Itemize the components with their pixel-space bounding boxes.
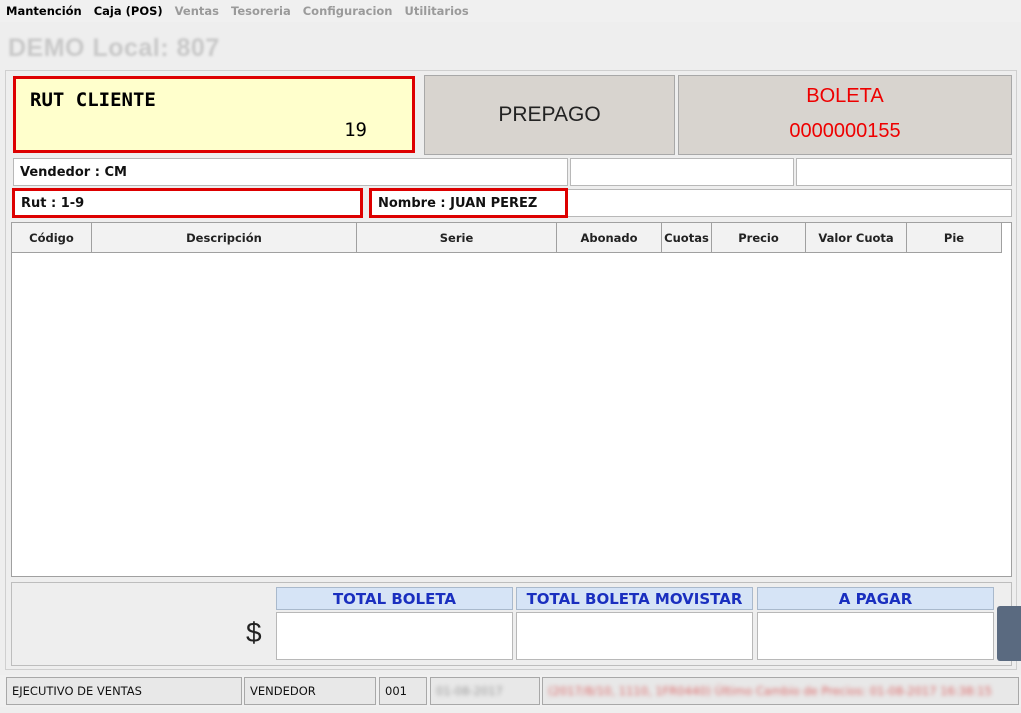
boleta-number: 0000000155 [789,120,901,142]
status-user: VENDEDOR [244,677,376,705]
total-boleta-header: TOTAL BOLETA [276,587,513,610]
col-codigo[interactable]: Código [12,223,92,253]
rut-cliente-box[interactable]: RUT CLIENTE 19 [13,76,415,153]
col-pie[interactable]: Pie [907,223,1002,253]
menu-tesoreria[interactable]: Tesoreria [231,4,291,18]
a-pagar-value [757,612,994,660]
total-boleta-movistar-header: TOTAL BOLETA MOVISTAR [516,587,753,610]
nombre-extension-field [565,189,1012,217]
menu-utilitarios[interactable]: Utilitarios [404,4,468,18]
menu-caja-pos[interactable]: Caja (POS) [94,4,163,18]
total-boleta-value [276,612,513,660]
info-field-2 [796,158,1012,186]
col-valor-cuota[interactable]: Valor Cuota [806,223,907,253]
col-serie[interactable]: Serie [357,223,557,253]
status-date-cell: 01-08-2017 [430,677,540,705]
currency-symbol: $ [246,617,262,648]
col-abonado[interactable]: Abonado [557,223,662,253]
rut-field: Rut : 1-9 [12,188,363,218]
vendedor-field: Vendedor : CM [13,158,568,186]
menu-mantencion[interactable]: Mantención [6,4,82,18]
rut-cliente-label: RUT CLIENTE [30,89,156,111]
menu-configuracion[interactable]: Configuracion [303,4,393,18]
status-date: 01-08-2017 [436,684,503,698]
nombre-field: Nombre : JUAN PEREZ [369,188,568,218]
info-field-1 [570,158,794,186]
rut-cliente-value: 19 [344,119,367,141]
col-descripcion[interactable]: Descripción [92,223,357,253]
boleta-panel: BOLETA 0000000155 [678,75,1012,155]
boleta-label: BOLETA [806,85,884,107]
total-boleta-movistar-value [516,612,753,660]
col-cuotas[interactable]: Cuotas [662,223,712,253]
status-code: 001 [379,677,427,705]
menu-bar: Mantención Caja (POS) Ventas Tesoreria C… [0,0,1021,22]
side-panel-tab[interactable] [997,606,1021,661]
status-role: EJECUTIVO DE VENTAS [6,677,242,705]
status-message: (2017/8/10, 1110, 1FR0440) Último Cambio… [548,684,992,698]
store-title: DEMO Local: 807 [8,34,220,62]
table-header: Código Descripción Serie Abonado Cuotas … [12,223,1002,253]
items-table[interactable]: Código Descripción Serie Abonado Cuotas … [11,222,1012,577]
status-message-cell: (2017/8/10, 1110, 1FR0440) Último Cambio… [542,677,1019,705]
prepago-button[interactable]: PREPAGO [424,75,675,155]
menu-ventas[interactable]: Ventas [175,4,219,18]
col-precio[interactable]: Precio [712,223,806,253]
a-pagar-header: A PAGAR [757,587,994,610]
